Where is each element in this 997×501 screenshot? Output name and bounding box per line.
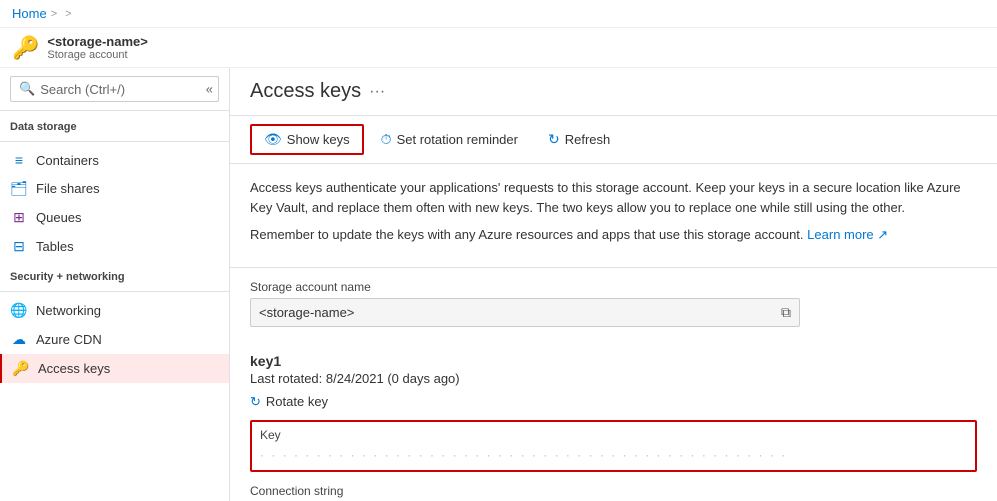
storage-account-name-section: Storage account name <storage-name> ⧉ [230, 268, 997, 353]
storage-account-icon: 🔑 [12, 35, 39, 61]
sidebar-item-access-keys-label: Access keys [38, 361, 110, 376]
sidebar-item-networking[interactable]: 🌐 Networking [0, 296, 229, 325]
search-input[interactable]: 🔍 Search (Ctrl+/) [10, 76, 219, 102]
sidebar-item-containers[interactable]: ≡ Containers [0, 146, 229, 174]
breadcrumb-bar: Home > > [0, 0, 997, 28]
info-section: Access keys authenticate your applicatio… [230, 164, 997, 268]
breadcrumb-chevron-2: > [65, 8, 71, 20]
copy-storage-name-button[interactable]: ⧉ [781, 304, 791, 321]
key1-section: key1 Last rotated: 8/24/2021 (0 days ago… [230, 353, 997, 501]
sidebar-item-networking-label: Networking [36, 303, 101, 318]
resource-name: <storage-name> [47, 34, 147, 49]
key1-last-rotated: Last rotated: 8/24/2021 (0 days ago) [250, 371, 977, 386]
azure-cdn-icon: ☁ [10, 331, 28, 348]
section-divider-2 [0, 291, 229, 292]
file-shares-icon: 🗂 [10, 180, 28, 197]
set-rotation-reminder-button[interactable]: ⏱ Set rotation reminder [368, 125, 531, 154]
sidebar-item-access-keys[interactable]: 🔑 Access keys [0, 354, 229, 383]
storage-account-name-field: <storage-name> ⧉ [250, 298, 800, 327]
info-text-2-content: Remember to update the keys with any Azu… [250, 227, 804, 242]
key-label: Key [252, 422, 975, 444]
conn-string-label: Connection string [250, 484, 977, 498]
rotate-key-button[interactable]: ↻ Rotate key [250, 392, 328, 412]
sidebar-item-queues-label: Queues [36, 210, 82, 225]
more-options-button[interactable]: ··· [369, 83, 385, 101]
breadcrumb-home[interactable]: Home [12, 6, 47, 21]
sidebar-item-containers-label: Containers [36, 153, 99, 168]
storage-account-name-label: Storage account name [250, 280, 977, 294]
content-header: Access keys ··· [230, 68, 997, 116]
sidebar-item-file-shares-label: File shares [36, 181, 100, 196]
data-storage-section-label: Data storage [0, 111, 229, 137]
security-networking-section-label: Security + networking [0, 261, 229, 287]
access-keys-icon: 🔑 [12, 360, 30, 377]
key-field-wrapper: Key · · · · · · · · · · · · · · · · · · … [250, 420, 977, 472]
rotate-icon: ↻ [250, 394, 261, 410]
sidebar-item-azure-cdn-label: Azure CDN [36, 332, 102, 347]
learn-more-label: Learn more [807, 227, 873, 242]
resource-type: Storage account [47, 49, 147, 61]
sidebar-item-queues[interactable]: ⊞ Queues [0, 203, 229, 232]
sidebar-collapse-button[interactable]: « [200, 80, 219, 99]
sidebar-item-azure-cdn[interactable]: ☁ Azure CDN [0, 325, 229, 354]
rotate-key-label: Rotate key [266, 394, 328, 409]
storage-account-name-value: <storage-name> [259, 305, 775, 320]
learn-more-link[interactable]: Learn more ↗ [807, 227, 888, 242]
show-keys-label: Show keys [287, 132, 350, 147]
eye-icon: 👁 [264, 131, 282, 148]
last-rotated-label: Last rotated: [250, 371, 322, 386]
search-placeholder: Search (Ctrl+/) [40, 82, 125, 97]
reminder-icon: ⏱ [381, 131, 392, 148]
networking-icon: 🌐 [10, 302, 28, 319]
search-icon: 🔍 [19, 81, 35, 97]
sidebar-item-file-shares[interactable]: 🗂 File shares [0, 174, 229, 203]
info-text-1: Access keys authenticate your applicatio… [250, 178, 977, 217]
key1-title: key1 [250, 353, 977, 369]
content-area: Access keys ··· 👁 Show keys ⏱ Set rotati… [230, 68, 997, 501]
refresh-label: Refresh [565, 132, 611, 147]
queues-icon: ⊞ [10, 209, 28, 226]
set-rotation-label: Set rotation reminder [397, 132, 518, 147]
section-divider-1 [0, 141, 229, 142]
info-text-2: Remember to update the keys with any Azu… [250, 225, 977, 245]
toolbar: 👁 Show keys ⏱ Set rotation reminder ↻ Re… [230, 116, 997, 164]
page-title: Access keys [250, 80, 361, 103]
show-keys-button[interactable]: 👁 Show keys [250, 124, 364, 155]
last-rotated-value: 8/24/2021 (0 days ago) [326, 371, 460, 386]
refresh-button[interactable]: ↻ Refresh [535, 125, 623, 154]
sidebar-search-area: 🔍 Search (Ctrl+/) « [0, 68, 229, 111]
connection-string-section: Connection string · · · · · · · · · · · … [250, 484, 977, 501]
resource-header: 🔑 <storage-name> Storage account [0, 28, 997, 68]
sidebar-item-tables[interactable]: ⊟ Tables [0, 232, 229, 261]
containers-icon: ≡ [10, 152, 28, 168]
tables-icon: ⊟ [10, 238, 28, 255]
breadcrumb-chevron-1: > [51, 8, 57, 20]
key-value: · · · · · · · · · · · · · · · · · · · · … [252, 444, 802, 470]
refresh-icon: ↻ [548, 131, 560, 148]
sidebar-item-tables-label: Tables [36, 239, 74, 254]
sidebar: 🔍 Search (Ctrl+/) « Data storage ≡ Conta… [0, 68, 230, 501]
